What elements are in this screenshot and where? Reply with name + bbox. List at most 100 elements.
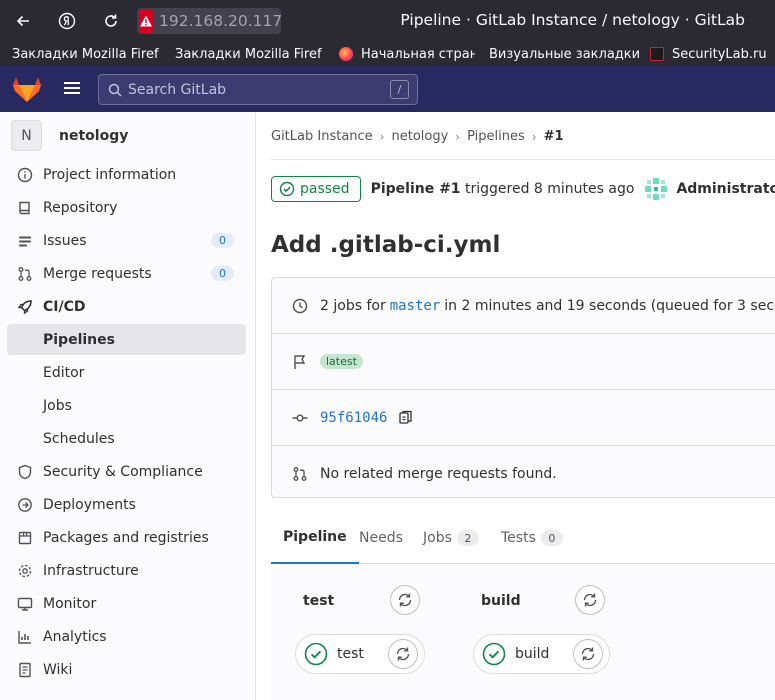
sidebar-item-repository[interactable]: Repository	[7, 192, 246, 223]
search-icon	[108, 83, 122, 97]
browser-titlebar: 192.168.20.117 Pipeline · GitLab Instanc…	[0, 0, 775, 42]
sidebar-item-label: Security & Compliance	[43, 463, 203, 480]
mr-text: No related merge requests found.	[320, 466, 557, 482]
sidebar-item-issues[interactable]: Issues 0	[7, 225, 246, 256]
yandex-icon[interactable]	[54, 8, 80, 34]
copy-icon[interactable]	[399, 410, 413, 425]
user-avatar[interactable]	[644, 177, 668, 201]
issues-icon	[19, 236, 31, 247]
pipeline-duration-row: 2 jobs for master in 2 minutes and 19 se…	[272, 278, 775, 334]
pipeline-tags-row: latest	[272, 334, 775, 390]
sidebar-item-merge-requests[interactable]: Merge requests 0	[7, 258, 246, 289]
commit-sha-link[interactable]: 95f61046	[320, 410, 387, 426]
retry-stage-button[interactable]	[390, 585, 420, 615]
bookmark-label: Закладки Mozilla Firef	[175, 46, 322, 62]
tab-tests[interactable]: Tests 0	[489, 512, 575, 564]
bookmark-folder[interactable]: Закладки Mozilla Firef▼	[175, 45, 325, 63]
project-avatar[interactable]: N	[11, 120, 42, 151]
package-icon	[18, 531, 32, 545]
project-header[interactable]: N netology	[11, 120, 128, 151]
jobs-count-text: 2 jobs for	[320, 297, 386, 314]
status-badge[interactable]: passed	[271, 176, 361, 202]
status-text: passed	[300, 181, 350, 197]
check-circle-icon	[482, 642, 506, 666]
bookmark-folder[interactable]: Визуальные закладки▼	[489, 45, 639, 63]
breadcrumb-item[interactable]: GitLab Instance	[271, 129, 373, 144]
back-arrow-icon[interactable]	[10, 8, 36, 34]
breadcrumb-item[interactable]: netology	[391, 129, 448, 144]
search-input[interactable]: Search GitLab /	[98, 74, 418, 105]
latest-badge: latest	[320, 354, 363, 369]
job-name: build	[515, 646, 550, 662]
bookmark-link[interactable]: SecurityLab.ru	[650, 45, 772, 63]
sidebar-item-label: Analytics	[43, 628, 107, 645]
retry-stage-button[interactable]	[575, 585, 605, 615]
sidebar-item-schedules[interactable]: Schedules	[7, 423, 246, 454]
pipeline-header: passed Pipeline #1 triggered 8 minutes a…	[271, 176, 775, 202]
job-name: test	[337, 646, 364, 662]
jobs-count-badge: 2	[456, 530, 479, 546]
breadcrumb-item[interactable]: Pipelines	[467, 129, 525, 144]
tab-pipeline[interactable]: Pipeline	[271, 512, 359, 564]
user-name[interactable]: Administrator	[676, 181, 775, 197]
chevron-right-icon: ›	[379, 129, 385, 144]
url-text[interactable]: 192.168.20.117	[159, 12, 282, 30]
bookmark-label: SecurityLab.ru	[672, 46, 767, 62]
sidebar-item-pipelines[interactable]: Pipelines	[7, 324, 246, 355]
sidebar-item-label: CI/CD	[43, 298, 86, 315]
sidebar-item-label: Schedules	[43, 430, 115, 447]
divider	[271, 159, 775, 160]
retry-job-button[interactable]	[388, 639, 418, 669]
pipeline-mr-row: No related merge requests found.	[272, 446, 775, 502]
wiki-icon	[19, 662, 31, 678]
tests-count-badge: 0	[540, 530, 563, 546]
sidebar-item-label: Wiki	[43, 661, 73, 678]
duration-text: in 2 minutes and 19 seconds (queued for …	[444, 297, 775, 314]
cloud-gear-icon	[18, 564, 32, 578]
sidebar-item-security-compliance[interactable]: Security & Compliance	[7, 456, 246, 487]
job-pill-test[interactable]: test	[295, 634, 425, 674]
sidebar-item-editor[interactable]: Editor	[7, 357, 246, 388]
sidebar-item-infrastructure[interactable]: Infrastructure	[7, 555, 246, 586]
pipeline-info-box: 2 jobs for master in 2 minutes and 19 se…	[271, 277, 775, 498]
book-icon	[19, 201, 30, 215]
chart-icon	[18, 631, 31, 644]
sidebar-item-deployments[interactable]: Deployments	[7, 489, 246, 520]
sidebar-item-jobs[interactable]: Jobs	[7, 390, 246, 421]
sidebar-item-wiki[interactable]: Wiki	[7, 654, 246, 685]
bookmark-folder[interactable]: Закладки Mozilla Firef▼	[12, 45, 162, 63]
warning-icon[interactable]	[139, 9, 153, 33]
sidebar-item-label: Merge requests	[43, 265, 152, 282]
project-name[interactable]: netology	[59, 128, 128, 144]
tab-jobs[interactable]: Jobs 2	[411, 512, 491, 564]
bookmark-label: Визуальные закладки	[489, 46, 639, 62]
sidebar-item-ci-cd[interactable]: CI/CD	[7, 291, 246, 322]
reload-icon[interactable]	[98, 8, 124, 34]
securitylab-icon	[650, 47, 664, 61]
breadcrumb-current[interactable]: #1	[544, 129, 564, 144]
job-pill-build[interactable]: build	[473, 634, 610, 674]
monitor-icon	[17, 597, 33, 611]
retry-job-button[interactable]	[573, 639, 603, 669]
main-content: GitLab Instance › netology › Pipelines ›…	[256, 112, 775, 700]
bookmark-label: Закладки Mozilla Firef	[12, 46, 159, 62]
hamburger-menu-icon[interactable]	[61, 79, 83, 99]
bookmark-link[interactable]: Начальная страни	[339, 45, 475, 63]
sidebar-item-analytics[interactable]: Analytics	[7, 621, 246, 652]
gitlab-logo-icon[interactable]	[12, 75, 42, 107]
retry-icon	[583, 593, 597, 607]
info-icon	[17, 167, 33, 183]
sidebar-item-label: Deployments	[43, 496, 136, 513]
search-shortcut-key: /	[390, 80, 409, 99]
firefox-icon	[339, 47, 353, 61]
branch-link[interactable]: master	[390, 298, 441, 314]
sidebar-item-packages-registries[interactable]: Packages and registries	[7, 522, 246, 553]
url-bar[interactable]: 192.168.20.117	[137, 8, 282, 34]
sidebar-item-monitor[interactable]: Monitor	[7, 588, 246, 619]
rocket-icon	[17, 300, 32, 315]
commit-title: Add .gitlab-ci.yml	[271, 232, 501, 258]
tab-label: Jobs	[423, 530, 452, 546]
tab-needs[interactable]: Needs	[347, 512, 415, 564]
sidebar-item-project-information[interactable]: Project information	[7, 159, 246, 190]
pipeline-triggered: triggered 8 minutes ago	[465, 181, 635, 197]
